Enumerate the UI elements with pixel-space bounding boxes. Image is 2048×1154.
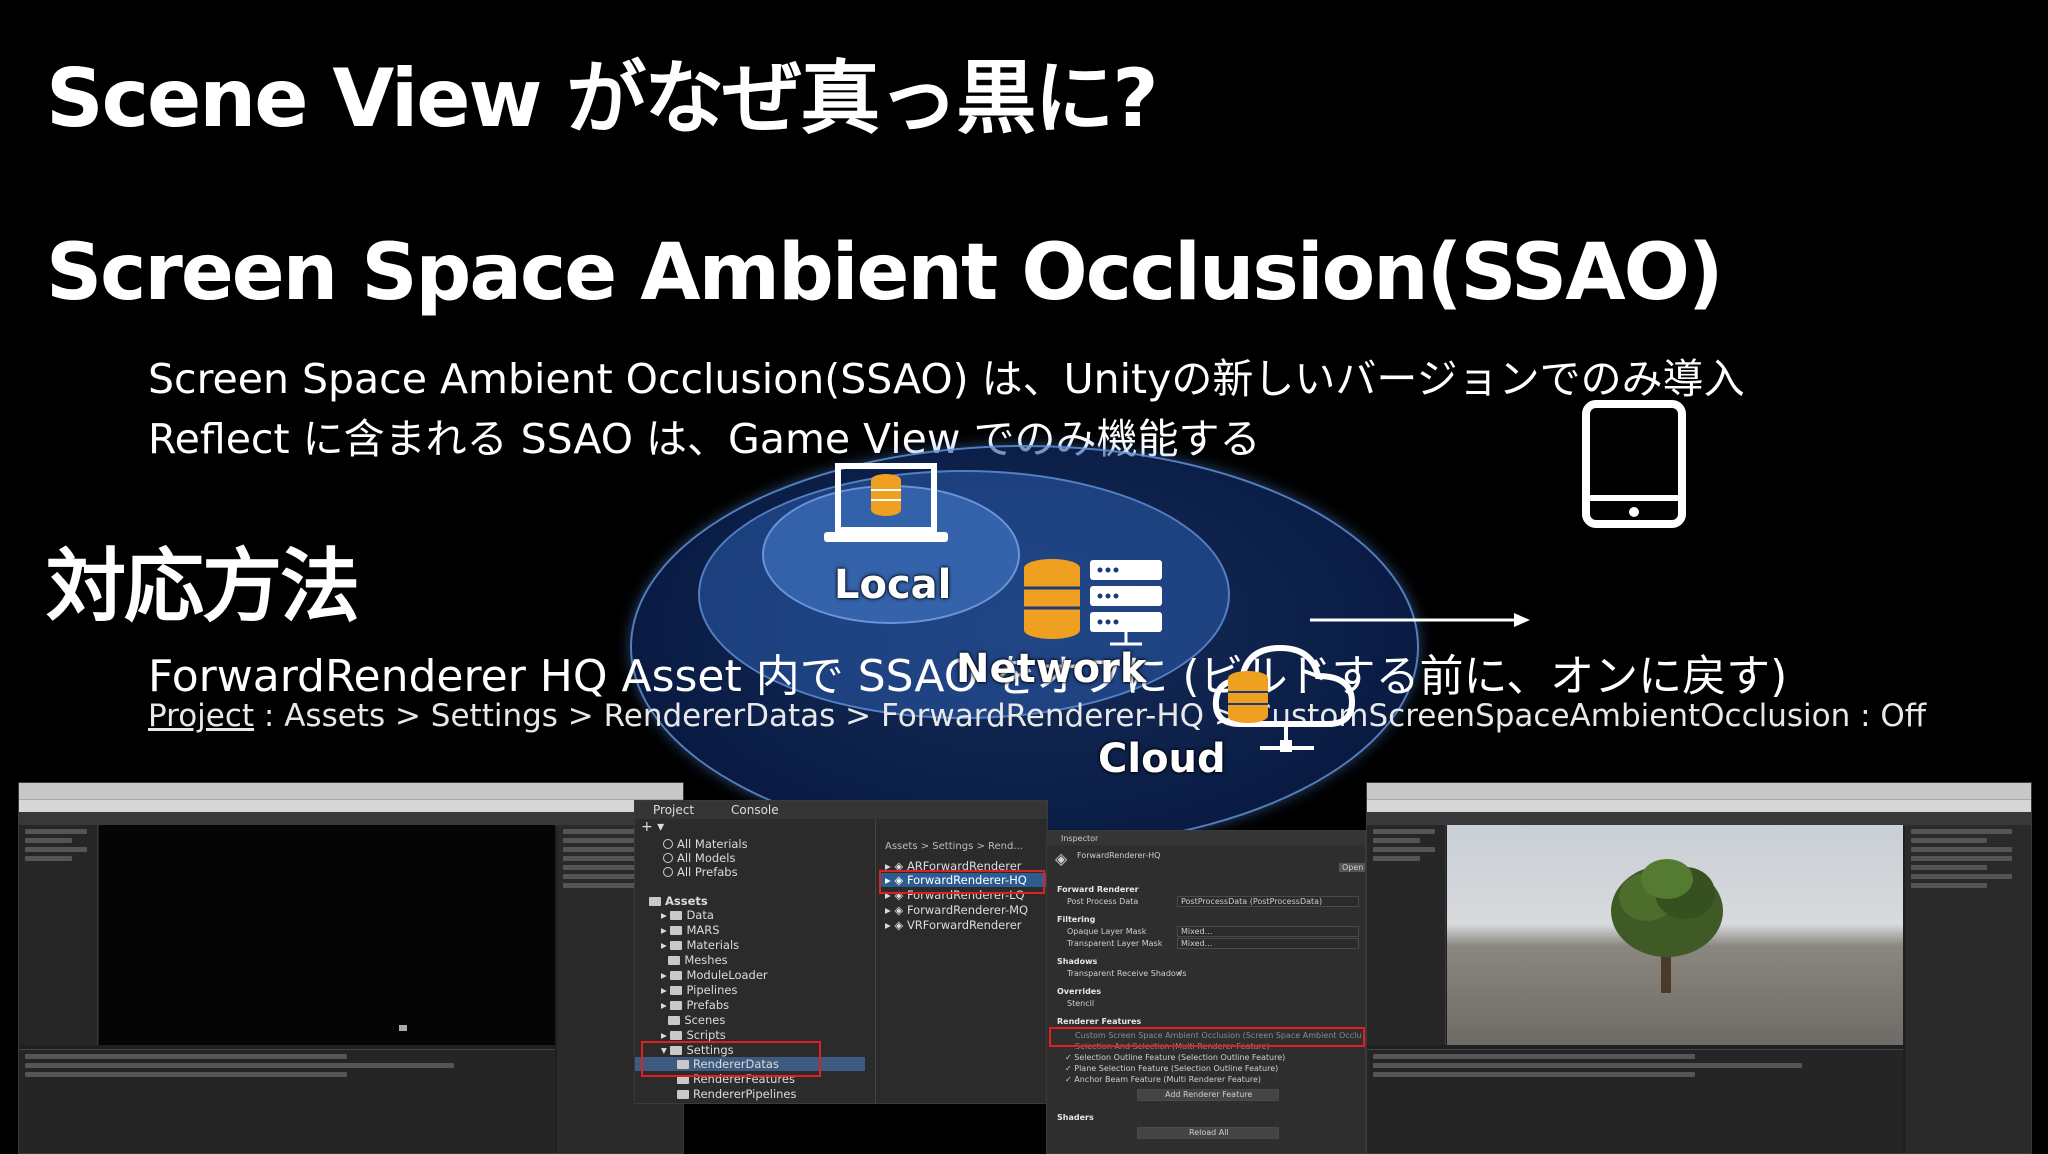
bullet-ssao-version: Screen Space Ambient Occlusion(SSAO) は、U… bbox=[148, 355, 1745, 403]
settings-path: Project : Assets > Settings > RendererDa… bbox=[148, 698, 1926, 734]
receive-shadows-checkbox[interactable]: ✓ bbox=[1177, 968, 1184, 977]
folder-pipelines[interactable]: ▸ Pipelines bbox=[661, 983, 737, 997]
opaque-layer-mask-label: Opaque Layer Mask bbox=[1067, 927, 1147, 936]
renderer-features-section: Renderer Features bbox=[1057, 1017, 1142, 1026]
reload-all-button[interactable]: Reload All bbox=[1189, 1128, 1229, 1137]
cloud-database-icon bbox=[1210, 640, 1360, 758]
folder-scripts[interactable]: ▸ Scripts bbox=[661, 1028, 726, 1042]
search-all-prefabs[interactable]: All Prefabs bbox=[663, 865, 738, 879]
folder-rendererpipelines[interactable]: RendererPipelines bbox=[677, 1087, 797, 1101]
add-renderer-feature-button[interactable]: Add Renderer Feature bbox=[1165, 1090, 1252, 1099]
folder-icon bbox=[677, 1090, 689, 1099]
forwardrenderer-hq-highlight-box bbox=[879, 870, 1045, 894]
filtering-section: Filtering bbox=[1057, 915, 1096, 924]
folder-icon bbox=[668, 1016, 681, 1025]
settings-path-rest: : Assets > Settings > RendererDatas > Fo… bbox=[254, 698, 1927, 734]
unity-editor-game-view-screenshot bbox=[1366, 782, 2032, 1154]
search-all-materials[interactable]: All Materials bbox=[663, 837, 748, 851]
folder-mars[interactable]: ▸ MARS bbox=[661, 923, 720, 937]
arrow-right-icon bbox=[1308, 610, 1532, 630]
shaders-section: Shaders bbox=[1057, 1113, 1094, 1122]
transparent-layer-mask-dropdown[interactable]: Mixed... bbox=[1181, 939, 1212, 948]
tree-model bbox=[1607, 853, 1727, 1003]
unity-asset-icon: ◈ bbox=[1055, 849, 1068, 868]
post-process-field[interactable]: PostProcessData (PostProcessData) bbox=[1181, 897, 1322, 906]
network-label: Network bbox=[956, 646, 1147, 692]
opaque-layer-mask-dropdown[interactable]: Mixed... bbox=[1181, 927, 1212, 936]
ssao-heading: Screen Space Ambient Occlusion(SSAO) bbox=[46, 228, 1724, 318]
tab-inspector[interactable]: Inspector bbox=[1061, 834, 1098, 843]
folder-icon bbox=[670, 1001, 683, 1010]
breadcrumb: Assets > Settings > Rend... bbox=[885, 841, 1023, 852]
folder-scenes[interactable]: Scenes bbox=[661, 1013, 725, 1027]
folder-prefabs[interactable]: ▸ Prefabs bbox=[661, 998, 729, 1012]
inspector-screenshot: Inspector ◈ ForwardRenderer-HQ Open Forw… bbox=[1046, 830, 1366, 1154]
laptop-icon bbox=[822, 462, 950, 552]
solution-heading: 対応方法 bbox=[46, 540, 360, 633]
feature-selection-outline[interactable]: ✓ Selection Outline Feature (Selection O… bbox=[1065, 1053, 1285, 1062]
database-server-icon bbox=[1022, 556, 1166, 646]
search-icon bbox=[663, 853, 673, 863]
tablet-icon bbox=[1582, 400, 1686, 528]
folder-data[interactable]: ▸ Data bbox=[661, 908, 714, 922]
folder-meshes[interactable]: Meshes bbox=[661, 953, 728, 967]
game-viewport[interactable] bbox=[1447, 825, 1903, 1045]
project-link[interactable]: Project bbox=[148, 698, 254, 734]
folder-icon bbox=[670, 1031, 683, 1040]
folder-icon bbox=[668, 956, 681, 965]
open-button[interactable]: Open bbox=[1339, 863, 1365, 872]
forward-renderer-section: Forward Renderer bbox=[1057, 885, 1139, 894]
project-panel-screenshot: Project Console + ▾ All Materials All Mo… bbox=[634, 800, 1048, 1104]
shadows-section: Shadows bbox=[1057, 957, 1098, 966]
feature-plane-selection[interactable]: ✓ Plane Selection Feature (Selection Out… bbox=[1065, 1064, 1278, 1073]
cloud-label: Cloud bbox=[1098, 736, 1226, 782]
overrides-section: Overrides bbox=[1057, 987, 1101, 996]
unity-editor-scene-view-screenshot bbox=[18, 782, 684, 1154]
stencil-label: Stencil bbox=[1067, 999, 1095, 1008]
folder-materials[interactable]: ▸ Materials bbox=[661, 938, 739, 952]
folder-icon bbox=[670, 971, 683, 980]
transparent-layer-mask-label: Transparent Layer Mask bbox=[1067, 939, 1163, 948]
post-process-label: Post Process Data bbox=[1067, 897, 1139, 906]
folder-icon bbox=[670, 926, 683, 935]
inspector-object-name: ForwardRenderer-HQ bbox=[1077, 851, 1161, 860]
search-all-models[interactable]: All Models bbox=[663, 851, 735, 865]
local-label: Local bbox=[834, 562, 952, 608]
folder-moduleloader[interactable]: ▸ ModuleLoader bbox=[661, 968, 768, 982]
asset-vrforwardrenderer[interactable]: ▸ ◈ VRForwardRenderer bbox=[885, 918, 1022, 932]
add-plus-icon[interactable]: + ▾ bbox=[641, 819, 664, 835]
asset-forwardrenderer-mq[interactable]: ▸ ◈ ForwardRenderer-MQ bbox=[885, 903, 1028, 917]
slide-title: Scene View がなぜ真っ黒に? bbox=[46, 52, 1159, 145]
scene-viewport-black[interactable] bbox=[99, 825, 555, 1045]
folder-assets[interactable]: Assets bbox=[649, 894, 708, 908]
tab-console[interactable]: Console bbox=[731, 803, 779, 817]
search-icon bbox=[663, 839, 673, 849]
folder-icon bbox=[670, 986, 683, 995]
folder-icon bbox=[649, 897, 661, 906]
feature-anchor-beam[interactable]: ✓ Anchor Beam Feature (Multi Renderer Fe… bbox=[1065, 1075, 1261, 1084]
search-icon bbox=[663, 867, 673, 877]
transparent-receive-shadows-label: Transparent Receive Shadows bbox=[1067, 969, 1187, 978]
tab-project[interactable]: Project bbox=[653, 803, 694, 817]
folder-icon bbox=[670, 911, 683, 920]
ssao-feature-highlight-box bbox=[1049, 1027, 1365, 1047]
settings-highlight-box bbox=[641, 1041, 821, 1077]
folder-icon bbox=[670, 941, 683, 950]
